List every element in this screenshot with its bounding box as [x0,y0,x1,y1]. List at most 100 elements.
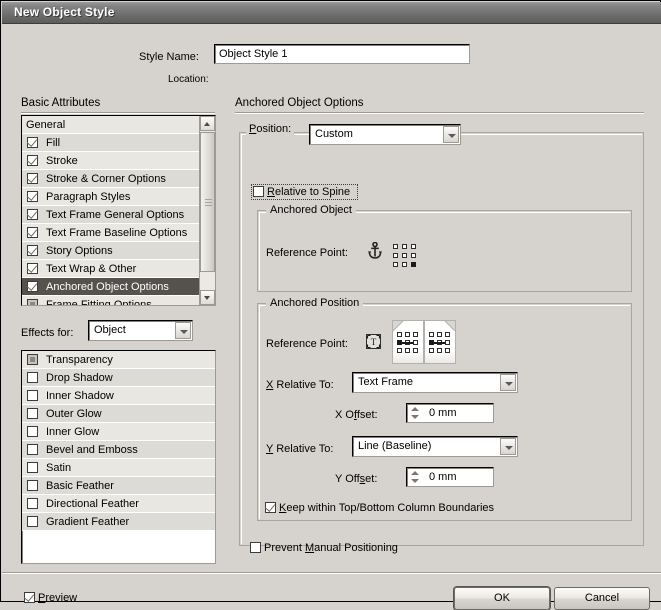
attribute-list-item[interactable]: Frame Fitting Options [22,296,199,306]
keep-within-boundaries-checkbox[interactable] [265,502,276,513]
basic-attributes-list[interactable]: GeneralFillStrokeStroke & Corner Options… [21,115,216,306]
effect-checkbox[interactable] [27,516,38,527]
text-frame-toggle-icon[interactable]: T [366,334,381,349]
attribute-list-item[interactable]: Text Frame General Options [22,206,199,224]
cancel-button[interactable]: Cancel [554,587,650,610]
effect-list-item[interactable]: Drop Shadow [22,369,215,387]
effect-checkbox[interactable] [27,426,38,437]
anchored-object-reference-point-proxy[interactable] [393,244,418,269]
y-relative-to-dropdown[interactable]: Line (Baseline) [352,436,518,457]
attribute-list-item[interactable]: Stroke [22,152,199,170]
effect-list-item[interactable]: Outer Glow [22,405,215,423]
attribute-list-item[interactable]: Text Wrap & Other [22,260,199,278]
proxy-cell[interactable] [402,253,407,258]
proxy-cell[interactable] [411,262,416,267]
x-offset-spinner[interactable] [409,406,420,420]
attribute-list-item[interactable]: Story Options [22,242,199,260]
relative-to-spine-checkbox[interactable] [253,186,264,197]
dialog-titlebar[interactable]: New Object Style [2,2,661,24]
attribute-checkbox[interactable] [27,299,38,306]
location-label: Location: [168,73,209,87]
attribute-checkbox[interactable] [27,209,38,220]
effect-checkbox[interactable] [27,408,38,419]
preview-checkbox[interactable] [24,592,35,603]
attribute-checkbox[interactable] [27,281,38,292]
svg-text:T: T [371,337,377,347]
basic-attributes-rule [21,112,215,114]
y-offset-stepper[interactable]: 0 mm [406,467,494,487]
attribute-checkbox[interactable] [27,173,38,184]
attribute-checkbox[interactable] [27,191,38,202]
position-dropdown-arrow[interactable] [443,126,459,143]
scrollbar-thumb[interactable] [200,132,215,272]
effect-checkbox[interactable] [27,390,38,401]
attribute-list-item[interactable]: Fill [22,134,199,152]
effect-list-item[interactable]: Directional Feather [22,495,215,513]
y-relative-to-dropdown-arrow[interactable] [500,438,516,455]
attribute-list-item[interactable]: Stroke & Corner Options [22,170,199,188]
proxy-cell[interactable] [393,262,398,267]
attribute-list-item[interactable]: General [22,116,199,134]
effect-list-item[interactable]: Inner Glow [22,423,215,441]
attribute-checkbox[interactable] [27,263,38,274]
page-left-icon[interactable] [392,320,424,364]
proxy-cell[interactable] [413,348,418,353]
effects-for-dropdown[interactable]: Object [88,320,193,341]
proxy-cell[interactable] [445,332,450,337]
style-name-input[interactable] [214,44,470,64]
effects-list[interactable]: TransparencyDrop ShadowInner ShadowOuter… [21,350,216,564]
page-right-icon[interactable] [424,320,456,364]
anchored-position-reference-point-label: Reference Point: [266,337,348,351]
proxy-cell[interactable] [413,332,418,337]
basic-attributes-scrollbar[interactable] [199,116,215,305]
effect-checkbox[interactable] [27,444,38,455]
keep-within-boundaries-label: Keep within Top/Bottom Column Boundaries [279,502,494,514]
prevent-manual-positioning-checkbox[interactable] [250,542,261,553]
attribute-checkbox[interactable] [27,137,38,148]
proxy-cell[interactable] [445,348,450,353]
scroll-down-button[interactable] [200,290,215,305]
proxy-cell[interactable] [429,332,434,337]
proxy-cell[interactable] [397,348,402,353]
effect-checkbox[interactable] [27,354,38,365]
attribute-checkbox[interactable] [27,227,38,238]
effect-checkbox[interactable] [27,498,38,509]
effect-checkbox[interactable] [27,462,38,473]
attribute-checkbox[interactable] [27,155,38,166]
proxy-cell[interactable] [437,332,442,337]
anchored-position-reference-point-proxy[interactable] [392,320,456,364]
effect-list-item[interactable]: Satin [22,459,215,477]
proxy-cell[interactable] [429,348,434,353]
attribute-checkbox[interactable] [27,245,38,256]
effect-list-item[interactable]: Inner Shadow [22,387,215,405]
attribute-list-item[interactable]: Anchored Object Options [22,278,199,296]
proxy-cell[interactable] [402,262,407,267]
proxy-cell[interactable] [405,332,410,337]
proxy-cell[interactable] [411,244,416,249]
x-relative-to-dropdown[interactable]: Text Frame [352,372,518,393]
proxy-cell[interactable] [393,253,398,258]
y-offset-spinner[interactable] [409,470,420,484]
x-relative-to-dropdown-arrow[interactable] [500,374,516,391]
footer-divider [2,572,661,574]
effects-for-dropdown-arrow[interactable] [175,322,191,339]
effect-list-item[interactable]: Basic Feather [22,477,215,495]
proxy-cell[interactable] [411,253,416,258]
effect-list-item[interactable]: Bevel and Emboss [22,441,215,459]
effect-list-item[interactable]: Transparency [22,351,215,369]
attribute-list-item[interactable]: Paragraph Styles [22,188,199,206]
effect-list-item[interactable]: Gradient Feather [22,513,215,531]
ok-button[interactable]: OK [454,587,550,610]
x-offset-stepper[interactable]: 0 mm [406,403,494,423]
effect-checkbox[interactable] [27,480,38,491]
proxy-cell[interactable] [397,332,402,337]
scroll-up-button[interactable] [200,116,215,131]
position-dropdown[interactable]: Custom [309,124,461,145]
effect-checkbox[interactable] [27,372,38,383]
proxy-cell[interactable] [393,244,398,249]
proxy-cell[interactable] [405,348,410,353]
effect-label: Outer Glow [46,405,102,423]
proxy-cell[interactable] [437,348,442,353]
attribute-list-item[interactable]: Text Frame Baseline Options [22,224,199,242]
proxy-cell[interactable] [402,244,407,249]
